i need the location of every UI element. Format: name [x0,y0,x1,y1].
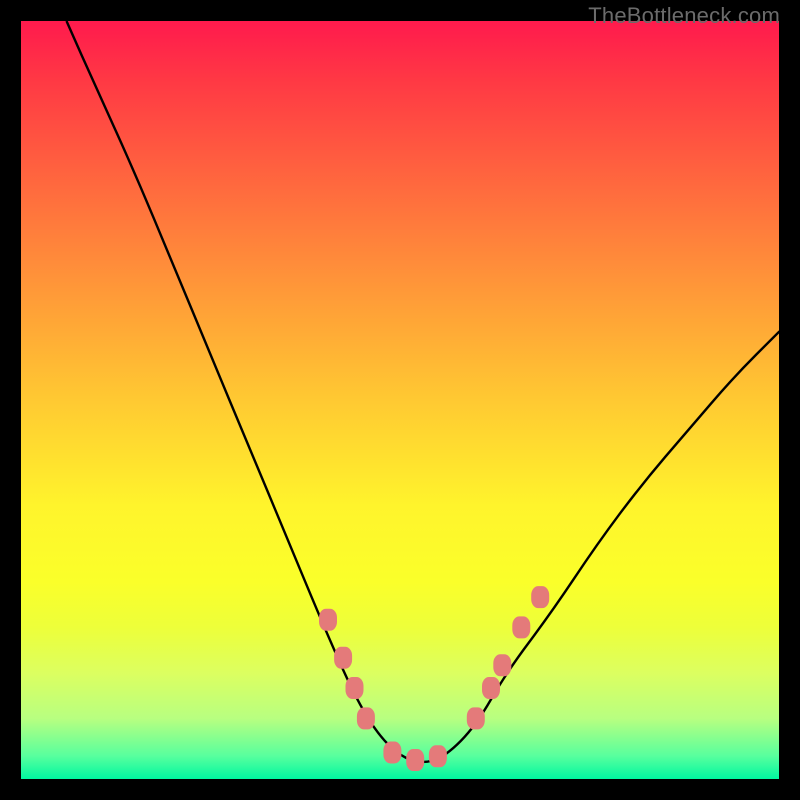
right-marker [493,654,511,676]
left-marker [357,707,375,729]
chart-area [21,21,779,779]
bottom-marker [429,745,447,767]
right-marker [531,586,549,608]
bottom-marker [383,742,401,764]
right-marker [467,707,485,729]
left-marker [319,609,337,631]
left-marker [334,647,352,669]
bottleneck-curve [67,21,780,762]
watermark-text: TheBottleneck.com [588,3,780,29]
bottom-marker [406,749,424,771]
right-marker [482,677,500,699]
curve-markers [319,586,549,771]
chart-svg [21,21,779,779]
left-marker [346,677,364,699]
right-marker [512,616,530,638]
